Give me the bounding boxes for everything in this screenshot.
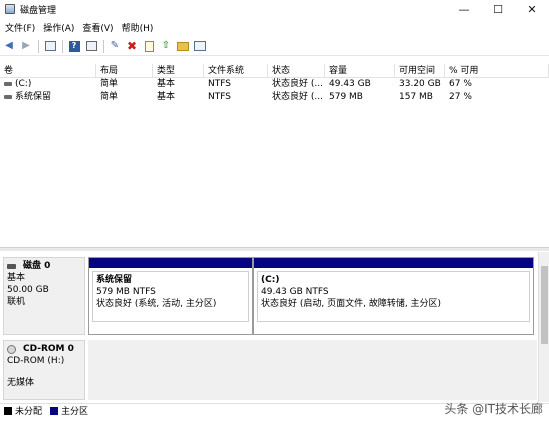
legend-primary: 主分区 [61,407,89,417]
cdrom-0-label[interactable]: CD-ROM 0 CD-ROM (H:) 无媒体 [3,340,85,400]
column-filesystem[interactable]: 文件系统 [204,64,268,77]
menu-action[interactable]: 操作(A) [41,21,80,34]
cell-filesystem: NTFS [208,92,231,102]
column-volume[interactable]: 卷 [0,64,96,77]
disk-graphical-view: 磁盘 0 基本 50.00 GB 联机 系统保留 579 MB NTFS 状态良… [0,252,549,402]
cell-layout: 简单 [100,79,119,89]
partition-name: (C:) [261,275,280,285]
column-type[interactable]: 类型 [153,64,204,77]
column-status[interactable]: 状态 [268,64,325,77]
back-arrow-icon[interactable]: ◀ [2,39,16,53]
window-controls: — ☐ ✕ [447,0,549,18]
cell-free-space: 33.20 GB [399,79,441,89]
primary-partition-bar [254,258,533,268]
cell-free-space: 157 MB [399,92,433,102]
toolbar: ◀ ▶ ? ✎ ✖ ⇧ [0,37,549,56]
export-icon[interactable] [176,39,190,53]
menu-view[interactable]: 查看(V) [80,21,119,34]
partition-size: 579 MB NTFS [96,287,156,297]
cell-percent-free: 27 % [449,92,472,102]
volume-name: 系统保留 [15,92,52,102]
legend-swatch-primary [50,406,59,415]
disk-0-name: 磁盘 0 [23,261,51,271]
disk-management-icon [5,4,15,14]
partition-c-drive[interactable]: (C:) 49.43 GB NTFS 状态良好 (启动, 页面文件, 故障转储,… [253,257,534,335]
toolbar-separator [103,39,104,53]
toolbar-separator [38,39,39,53]
open-folder-icon[interactable]: ⇧ [159,39,173,53]
legend-swatch-unallocated [4,406,12,415]
disk-0-status: 联机 [7,297,26,307]
delete-icon[interactable]: ✖ [125,39,139,53]
forward-arrow-icon[interactable]: ▶ [19,39,33,53]
cell-capacity: 49.43 GB [329,79,371,89]
partition-status: 状态良好 (启动, 页面文件, 故障转储, 主分区) [261,299,442,309]
cell-type: 基本 [157,79,176,89]
scrollbar-thumb[interactable] [541,266,548,344]
title-bar: 磁盘管理 — ☐ ✕ [0,0,549,18]
help-icon[interactable]: ? [67,39,81,53]
partition-status: 状态良好 (系统, 活动, 主分区) [96,299,217,309]
close-button[interactable]: ✕ [515,0,549,18]
window-title: 磁盘管理 [20,5,57,16]
menu-bar: 文件(F) 操作(A) 查看(V) 帮助(H) [0,19,549,35]
cell-filesystem: NTFS [208,79,231,89]
column-layout[interactable]: 布局 [96,64,153,77]
volume-table-header: 卷 布局 类型 文件系统 状态 容量 可用空间 % 可用 [0,64,549,78]
cell-status: 状态良好 (... [272,92,323,102]
disk-0-label[interactable]: 磁盘 0 基本 50.00 GB 联机 [3,257,85,335]
check-icon[interactable] [142,39,156,53]
cell-type: 基本 [157,92,176,102]
menu-file[interactable]: 文件(F) [3,21,41,34]
volume-icon [4,81,12,86]
connect-icon[interactable]: ✎ [108,39,122,53]
toolbar-separator [62,39,63,53]
partition-system-reserved[interactable]: 系统保留 579 MB NTFS 状态良好 (系统, 活动, 主分区) [88,257,253,335]
minimize-button[interactable]: — [447,0,481,18]
volume-icon [4,94,12,99]
cdrom-icon [7,344,16,354]
disk-icon [7,263,16,269]
maximize-button[interactable]: ☐ [481,0,515,18]
volume-name: (C:) [15,79,32,89]
cdrom-0-name: CD-ROM 0 [23,344,74,354]
vertical-scrollbar[interactable] [538,252,549,402]
partition-name: 系统保留 [96,275,133,285]
partition-size: 49.43 GB NTFS [261,287,329,297]
cdrom-0-status: 无媒体 [7,378,35,388]
cell-percent-free: 67 % [449,79,472,89]
cdrom-0-type: CD-ROM (H:) [7,356,65,366]
properties-icon[interactable] [84,39,98,53]
cell-layout: 简单 [100,92,119,102]
table-row[interactable]: (C:) 简单 基本 NTFS 状态良好 (... 49.43 GB 33.20… [0,78,549,91]
cell-capacity: 579 MB [329,92,363,102]
disk-0-type: 基本 [7,273,26,283]
disk-0-size: 50.00 GB [7,285,49,295]
primary-partition-bar [89,258,252,268]
cell-status: 状态良好 (... [272,79,323,89]
menu-help[interactable]: 帮助(H) [120,21,160,34]
legend-unallocated: 未分配 [15,407,43,417]
volume-list: 卷 布局 类型 文件系统 状态 容量 可用空间 % 可用 (C:) 简单 基本 … [0,64,549,244]
console-tree-icon[interactable] [43,39,57,53]
column-capacity[interactable]: 容量 [325,64,395,77]
cdrom-empty-area [88,340,537,400]
pane-splitter[interactable] [0,247,549,251]
column-percent-free[interactable]: % 可用 [445,64,549,77]
watermark: 头条 @IT技术长廊 [444,402,543,416]
table-row[interactable]: 系统保留 简单 基本 NTFS 状态良好 (... 579 MB 157 MB … [0,91,549,104]
column-free-space[interactable]: 可用空间 [395,64,445,77]
list-icon[interactable] [193,39,207,53]
